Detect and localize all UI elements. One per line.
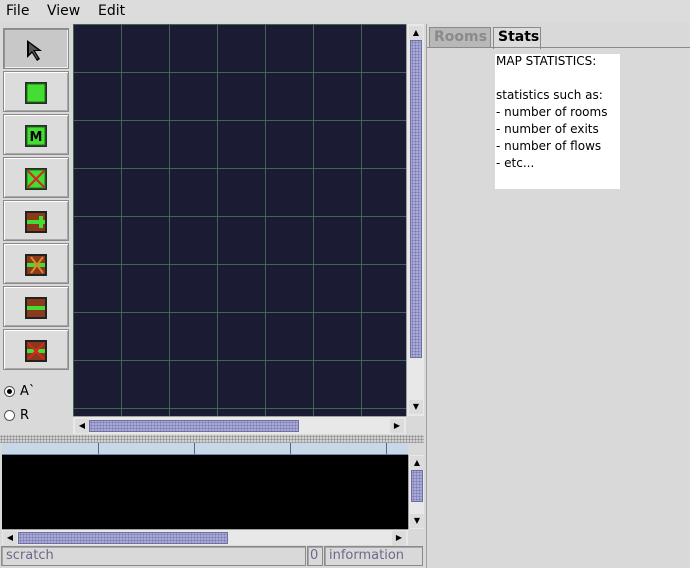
menu-bar: File View Edit: [0, 0, 690, 22]
add-room-button[interactable]: [3, 71, 69, 112]
scroll-down-icon[interactable]: ▼: [410, 514, 424, 528]
map-horizontal-scroll-thumb[interactable]: [89, 420, 299, 432]
stats-line: MAP STATISTICS:: [496, 54, 597, 68]
info-panel: Rooms Stats MAP STATISTICS: statistics s…: [426, 24, 690, 568]
scroll-right-icon[interactable]: ▶: [390, 419, 404, 433]
radio-r-indicator[interactable]: [4, 410, 15, 421]
stats-line: - etc...: [496, 156, 535, 170]
status-scratch: scratch: [1, 546, 306, 566]
menu-view[interactable]: View: [47, 2, 80, 20]
radio-a-label: A`: [20, 384, 36, 399]
add-marked-room-button[interactable]: M: [3, 114, 69, 155]
select-tool-button[interactable]: [3, 28, 69, 69]
radio-r-label: R: [20, 408, 30, 423]
scroll-right-icon[interactable]: ▶: [392, 531, 406, 545]
tool-palette: M A` R: [0, 24, 72, 436]
scroll-left-icon[interactable]: ◀: [3, 531, 17, 545]
exit-delete-icon: [25, 254, 47, 276]
radio-a-indicator[interactable]: [4, 386, 15, 397]
flow-icon: [25, 297, 47, 319]
map-vertical-scrollbar[interactable]: ▲ ▼: [406, 24, 424, 416]
status-count: 0: [307, 546, 323, 566]
console-vertical-scroll-thumb[interactable]: [411, 470, 423, 502]
add-flow-button[interactable]: [3, 286, 69, 327]
scroll-down-icon[interactable]: ▼: [409, 400, 423, 414]
delete-room-button[interactable]: [3, 157, 69, 198]
menu-edit[interactable]: Edit: [98, 2, 125, 20]
room-icon: [25, 82, 47, 104]
stats-line: - number of flows: [496, 139, 602, 153]
scroll-left-icon[interactable]: ◀: [75, 419, 89, 433]
map-canvas[interactable]: [73, 24, 406, 416]
stats-line: - number of rooms: [496, 105, 608, 119]
flow-delete-icon: [25, 340, 47, 362]
console-horizontal-scrollbar[interactable]: ◀ ▶: [2, 529, 408, 545]
svg-text:M: M: [30, 130, 43, 145]
scroll-up-icon[interactable]: ▲: [410, 456, 424, 470]
stats-line: statistics such as:: [496, 88, 603, 102]
scroll-up-icon[interactable]: ▲: [409, 26, 423, 40]
tab-divider: [427, 47, 690, 48]
console-column-header[interactable]: [195, 443, 291, 454]
room-m-icon: M: [25, 125, 47, 147]
arrow-select-icon: [27, 40, 42, 61]
exit-add-icon: [25, 211, 47, 233]
stats-text-area: MAP STATISTICS: statistics such as: - nu…: [495, 54, 620, 189]
split-pane-divider[interactable]: [0, 435, 424, 443]
console-output[interactable]: [2, 455, 408, 529]
map-horizontal-scrollbar[interactable]: ◀ ▶: [73, 416, 406, 434]
stats-line: - number of exits: [496, 122, 599, 136]
console-vertical-scrollbar[interactable]: ▲ ▼: [408, 455, 424, 529]
console-column-header[interactable]: [2, 443, 99, 454]
console-column-header[interactable]: [291, 443, 387, 454]
console-table-header: [2, 443, 408, 455]
status-bar: scratch 0 information: [0, 545, 424, 567]
add-exit-button[interactable]: [3, 200, 69, 241]
room-delete-icon: [25, 168, 47, 190]
console-column-header[interactable]: [99, 443, 195, 454]
map-vertical-scroll-thumb[interactable]: [410, 40, 422, 358]
tab-stats[interactable]: Stats: [493, 27, 541, 49]
menu-file[interactable]: File: [6, 2, 29, 20]
delete-flow-button[interactable]: [3, 329, 69, 370]
delete-exit-button[interactable]: [3, 243, 69, 284]
tab-rooms[interactable]: Rooms: [429, 27, 491, 48]
status-information: information: [324, 546, 423, 566]
console-horizontal-scroll-thumb[interactable]: [18, 532, 228, 544]
